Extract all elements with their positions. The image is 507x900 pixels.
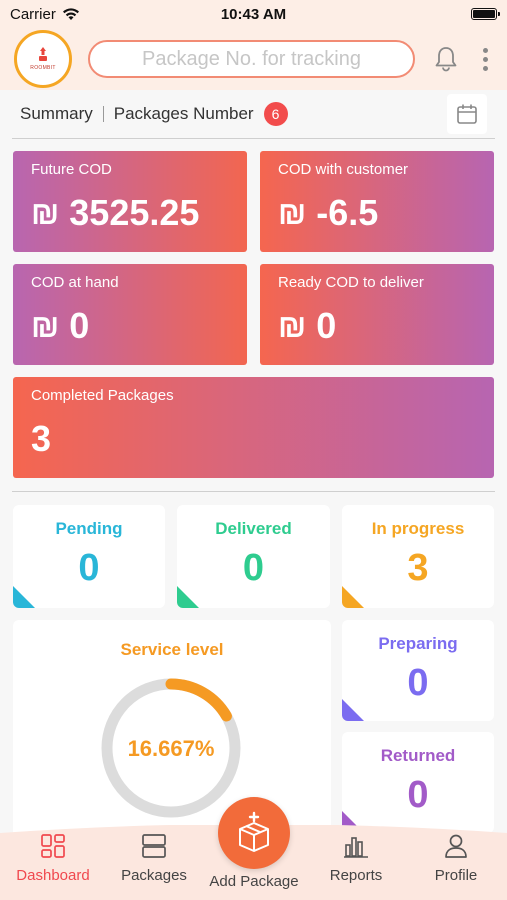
summary-row: Summary Packages Number 6 [0,90,507,138]
future-cod-value: 3525.25 [69,192,200,233]
completed-packages-amount: 3 [31,418,476,460]
notifications-button[interactable] [431,44,461,74]
ready-cod-value: 0 [316,305,337,346]
in-progress-corner-accent [342,586,364,608]
cod-with-customer-title: COD with customer [278,161,409,178]
future-cod-card[interactable]: Future COD ₪ 3525.25 [13,151,247,252]
status-left: Carrier [10,6,80,23]
delivered-corner-accent [177,586,199,608]
summary-separator [102,106,104,122]
ready-cod-amount: ₪ 0 [278,305,476,347]
add-package-button[interactable] [218,797,290,869]
reports-icon [344,837,368,858]
preparing-value: 0 [407,662,429,704]
date-filter-button[interactable] [447,94,487,134]
profile-icon [445,834,467,858]
nav-profile[interactable]: Profile [406,833,506,884]
future-cod-amount: ₪ 3525.25 [31,192,229,234]
cod-at-hand-amount: ₪ 0 [31,305,229,347]
tracking-search-input[interactable] [106,47,397,71]
delivered-value: 0 [242,547,265,589]
add-package-label: Add Package [209,873,299,890]
status-bar: Carrier 10:43 AM [0,0,507,28]
returned-tile[interactable]: Returned 0 [342,732,494,833]
wifi-icon [62,8,79,20]
kebab-dot [482,65,488,71]
completed-packages-value: 3 [31,418,52,459]
tracking-search-box[interactable] [88,40,415,78]
bottom-navigation: Dashboard Packages Add Package Reports P… [0,797,507,900]
currency-symbol: ₪ [278,194,307,231]
cod-at-hand-card[interactable]: COD at hand ₪ 0 [13,264,247,365]
in-progress-title: In progress [371,519,465,538]
summary-label: Summary [20,104,93,123]
delivered-title: Delivered [215,519,292,538]
currency-symbol: ₪ [31,307,60,344]
packages-number-label: Packages Number [113,104,254,123]
currency-symbol: ₪ [31,194,60,231]
cod-with-customer-card[interactable]: COD with customer ₪ -6.5 [260,151,494,252]
service-level-value: 16.667% [128,736,215,761]
cod-at-hand-value: 0 [69,305,90,346]
in-progress-tile[interactable]: In progress 3 [342,505,494,608]
nav-packages-label: Packages [121,867,187,884]
nav-profile-label: Profile [434,867,478,884]
preparing-corner-accent [342,699,364,721]
completed-packages-title: Completed Packages [31,387,174,404]
pending-title: Pending [55,519,123,538]
returned-title: Returned [380,746,456,765]
pending-value: 0 [78,547,100,589]
packages-icon [142,834,166,858]
ready-cod-card[interactable]: Ready COD to deliver ₪ 0 [260,264,494,365]
cod-with-customer-amount: ₪ -6.5 [278,192,476,234]
cards-divider [12,491,495,492]
nav-packages[interactable]: Packages [104,833,204,884]
nav-dashboard[interactable]: Dashboard [3,833,103,884]
pending-tile[interactable]: Pending 0 [13,505,165,608]
nav-reports[interactable]: Reports [306,833,406,884]
nav-dashboard-label: Dashboard [16,867,90,884]
company-logo[interactable]: ROOMBIT [14,30,72,88]
delivered-tile[interactable]: Delivered 0 [177,505,330,608]
summary-divider [12,138,495,139]
currency-symbol: ₪ [278,307,307,344]
returned-value: 0 [407,774,429,816]
preparing-tile[interactable]: Preparing 0 [342,620,494,721]
future-cod-title: Future COD [31,161,112,178]
nav-reports-label: Reports [329,867,383,884]
in-progress-value: 3 [407,547,429,589]
logo-mark-icon [39,47,47,61]
cod-with-customer-value: -6.5 [316,192,379,233]
cod-at-hand-title: COD at hand [31,274,119,291]
carrier-label: Carrier [10,5,56,23]
completed-packages-card[interactable]: Completed Packages 3 [13,377,494,478]
service-level-card: Service level 16.667% [13,620,331,840]
service-level-gauge: 16.667% [101,678,241,818]
pending-corner-accent [13,586,35,608]
logo-text: ROOMBIT [30,65,56,71]
battery-icon [471,8,500,20]
app-header: ROOMBIT [0,28,507,90]
more-options-button[interactable] [477,44,493,74]
kebab-dot [482,56,488,62]
kebab-dot [482,47,488,53]
preparing-title: Preparing [378,634,458,653]
ready-cod-title: Ready COD to deliver [278,274,424,291]
bell-icon [435,47,457,72]
calendar-icon [457,104,477,124]
add-package-icon [239,811,269,852]
packages-count-badge: 6 [263,102,288,126]
dashboard-icon [41,834,65,858]
